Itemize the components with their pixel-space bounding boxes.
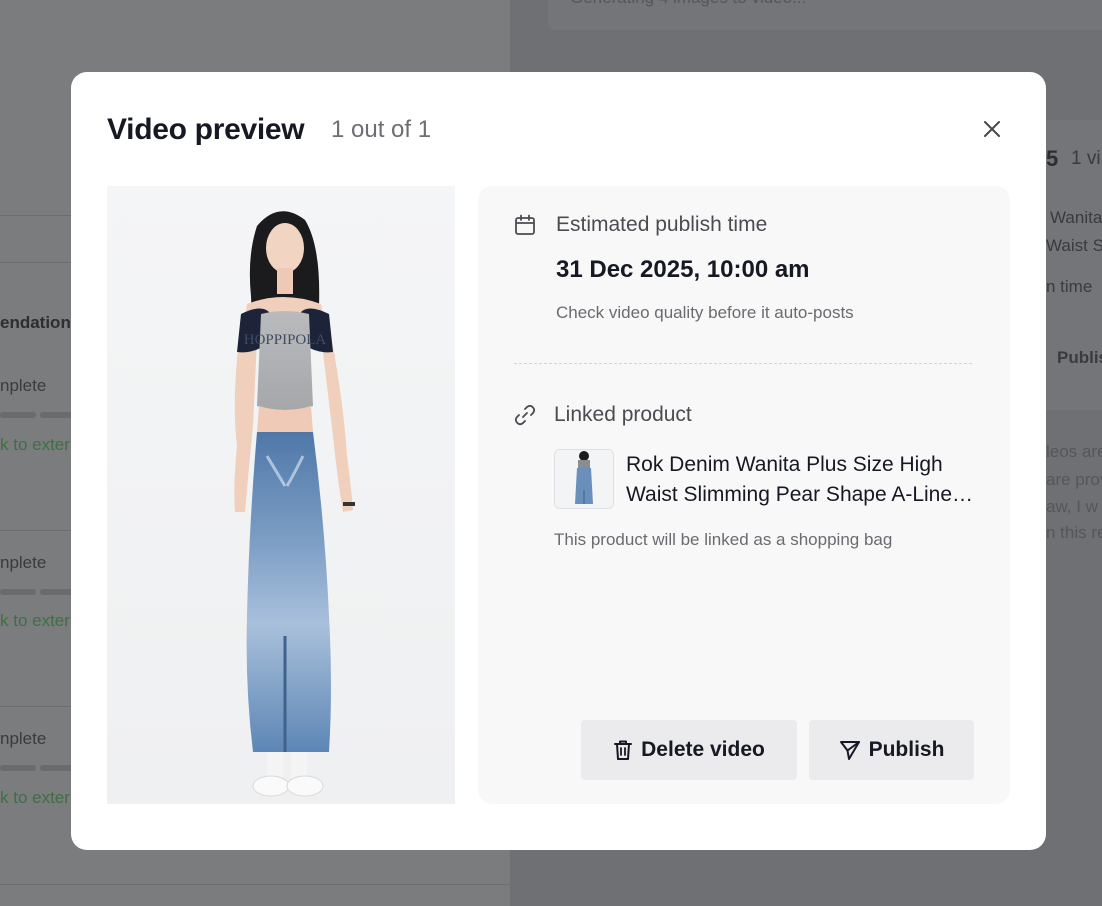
background-card-line: Wanita <box>1050 208 1102 227</box>
delete-video-button[interactable]: Delete video <box>581 720 797 780</box>
video-info-panel: Estimated publish time 31 Dec 2025, 10:0… <box>478 186 1010 804</box>
estimated-publish-label: Estimated publish time <box>556 213 768 236</box>
background-progress <box>40 412 72 418</box>
send-icon <box>839 741 860 760</box>
video-preview-modal: Video preview 1 out of 1 HOPPIPOLA Estim… <box>71 72 1046 850</box>
model-illustration: HOPPIPOLA <box>234 211 355 797</box>
background-row-status: nplete <box>0 376 47 395</box>
background-row-link: k to exter <box>0 788 70 807</box>
background-progress <box>40 765 72 771</box>
quality-check-note: Check video quality before it auto-posts <box>556 303 854 322</box>
background-divider <box>0 884 510 885</box>
preview-counter: 1 out of 1 <box>331 116 432 143</box>
trash-icon <box>614 740 633 760</box>
product-thumbnail[interactable] <box>554 449 614 509</box>
background-generating-text: Generating 4 images to video... <box>570 0 806 8</box>
video-thumbnail[interactable]: HOPPIPOLA <box>107 186 455 804</box>
background-row-link: k to exter <box>0 611 70 630</box>
close-button[interactable] <box>977 114 1007 144</box>
product-image <box>555 450 613 508</box>
publish-label: Publish <box>868 738 945 761</box>
shirt-print: HOPPIPOLA <box>244 332 327 348</box>
calendar-icon <box>515 214 535 235</box>
background-progress <box>0 589 36 595</box>
background-note-line: n this re <box>1046 523 1102 542</box>
background-row-status: nplete <box>0 729 47 748</box>
background-card-count: 5 <box>1046 146 1059 171</box>
background-progress <box>40 589 72 595</box>
close-icon <box>984 121 1000 137</box>
background-note-line: leos are <box>1046 442 1102 461</box>
shopping-bag-note: This product will be linked as a shoppin… <box>554 530 893 549</box>
delete-video-label: Delete video <box>641 738 765 761</box>
background-card-videos: 1 vi <box>1071 148 1101 169</box>
section-divider <box>514 363 972 364</box>
background-card-time: n time <box>1046 277 1093 296</box>
background-card-line: Waist S <box>1046 236 1102 255</box>
background-row-status: nplete <box>0 553 47 572</box>
background-progress <box>0 765 36 771</box>
modal-title: Video preview <box>107 113 305 146</box>
background-row-link: k to exter <box>0 435 70 454</box>
linked-product-label: Linked product <box>554 403 692 426</box>
background-section-header: endation <box>0 313 71 332</box>
background-card-publish: Publis <box>1057 348 1102 367</box>
product-name[interactable]: Rok Denim Wanita Plus Size High Waist Sl… <box>626 450 976 510</box>
background-note-line: are prov <box>1046 470 1102 489</box>
background-progress <box>0 412 36 418</box>
publish-time-value: 31 Dec 2025, 10:00 am <box>556 256 810 283</box>
background-note-line: aw, I w <box>1046 497 1098 516</box>
link-icon <box>514 404 536 426</box>
publish-button[interactable]: Publish <box>809 720 974 780</box>
